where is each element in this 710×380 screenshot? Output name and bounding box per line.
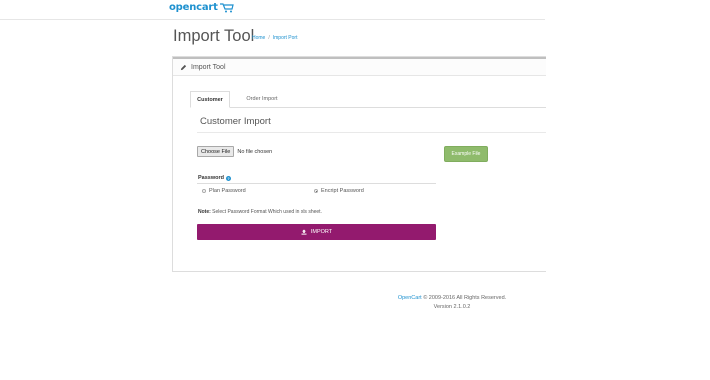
tab-customer[interactable]: Customer — [190, 91, 230, 108]
import-button[interactable]: IMPORT — [197, 224, 436, 240]
radio-plan-password[interactable]: Plan Password — [202, 188, 246, 194]
page-title: Import Tool — [173, 27, 255, 45]
note-text: Note: Select Password Format Which used … — [198, 209, 322, 215]
section-divider — [197, 132, 546, 133]
file-status: No file chosen — [237, 148, 273, 155]
top-bar: opencart — [0, 0, 545, 20]
radio-plan-label: Plan Password — [209, 188, 246, 194]
footer-copyright-line: OpenCart © 2009-2016 All Rights Reserved… — [0, 294, 710, 303]
panel-title: Import Tool — [191, 63, 226, 71]
footer-brand-link[interactable]: OpenCart — [398, 295, 422, 301]
cart-icon — [219, 2, 234, 12]
logo-text: opencart — [169, 2, 218, 13]
panel-heading: Import Tool — [173, 57, 546, 76]
choose-file-button[interactable]: Choose File — [197, 146, 235, 157]
password-label-row: Password ? — [198, 175, 231, 181]
note-prefix: Note: — [198, 209, 211, 215]
radio-button-selected[interactable] — [314, 189, 318, 193]
breadcrumb: Home / Import Port — [252, 35, 297, 41]
section-title: Customer Import — [200, 116, 271, 127]
radio-button-unselected[interactable] — [202, 189, 206, 193]
opencart-logo[interactable]: opencart — [169, 2, 234, 13]
import-tool-panel: Import Tool Customer Order Import Custom… — [172, 56, 546, 272]
breadcrumb-separator: / — [268, 35, 270, 41]
file-input[interactable]: Choose File No file chosen — [197, 146, 272, 157]
import-button-label: IMPORT — [310, 229, 333, 235]
footer-version: Version 2.1.0.2 — [433, 304, 471, 310]
breadcrumb-home[interactable]: Home — [252, 35, 265, 41]
example-file-button[interactable]: Example File — [444, 146, 488, 162]
password-label: Password — [198, 175, 224, 181]
footer-copyright: © 2009-2016 All Rights Reserved. — [423, 295, 507, 301]
upload-icon — [301, 229, 307, 235]
pencil-icon — [180, 64, 187, 70]
footer: OpenCart © 2009-2016 All Rights Reserved… — [0, 294, 710, 312]
breadcrumb-import-port[interactable]: Import Port — [273, 35, 298, 41]
password-divider — [197, 183, 436, 184]
tab-bar: Customer Order Import — [190, 91, 546, 108]
radio-encript-password[interactable]: Encript Password — [314, 188, 364, 194]
help-icon[interactable]: ? — [225, 175, 231, 181]
radio-encript-label: Encript Password — [321, 188, 364, 194]
tab-order-import[interactable]: Order Import — [235, 91, 289, 107]
note-body: Select Password Format Which used in xls… — [212, 209, 322, 215]
